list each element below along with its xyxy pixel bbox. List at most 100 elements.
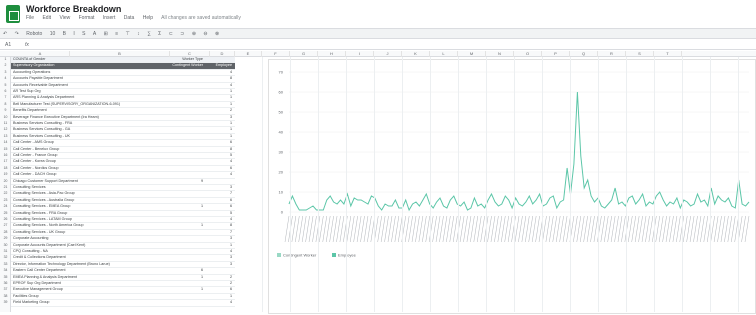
filter-icon[interactable]: ⊖ xyxy=(203,31,207,37)
cell-org: Bell Manufacturer Test (SUPERVISORY_ORGA… xyxy=(13,101,121,106)
undo-icon[interactable]: ↶ xyxy=(3,31,7,37)
column-header-r[interactable]: R xyxy=(598,51,626,57)
cell-org: Consulting Services - North America Grou… xyxy=(13,223,84,228)
cell-employee: 4 xyxy=(229,249,232,253)
x-tick-label xyxy=(531,215,537,243)
menu-view[interactable]: View xyxy=(59,15,70,21)
functions-icon[interactable]: ∑ xyxy=(147,31,151,37)
align-icon[interactable]: ≡ xyxy=(115,31,118,37)
row-number: 6 xyxy=(4,89,7,93)
x-tick-label xyxy=(353,215,358,243)
cell-employee: 3 xyxy=(229,114,232,119)
x-tick-label xyxy=(717,215,722,243)
column-header-j[interactable]: J xyxy=(374,51,402,57)
strikethrough-button[interactable]: S xyxy=(82,31,85,37)
row-number: 10 xyxy=(3,114,8,119)
x-tick-label xyxy=(669,215,674,243)
menu-help[interactable]: Help xyxy=(143,15,153,21)
x-tick-label xyxy=(442,215,448,243)
cell-employee: 5 xyxy=(229,210,232,215)
column-header-i[interactable]: I xyxy=(346,51,374,57)
series-employee-line[interactable] xyxy=(288,91,750,212)
x-tick-label xyxy=(686,215,691,243)
grid-vline xyxy=(430,57,431,312)
cell-org: Benefits Department xyxy=(13,108,47,113)
x-tick-label xyxy=(325,215,331,243)
column-header-l[interactable]: L xyxy=(430,51,458,57)
cell-org: Consulting Services - FRA Group xyxy=(13,210,68,215)
column-header-g[interactable]: G xyxy=(290,51,318,57)
column-header-p[interactable]: P xyxy=(542,51,570,57)
link-icon[interactable]: ⊂ xyxy=(169,31,173,37)
valign-icon[interactable]: ⊤ xyxy=(126,31,130,37)
italic-button[interactable]: I xyxy=(73,31,74,37)
cell-contingent: 9 xyxy=(200,178,203,183)
table-row[interactable]: 39 Field Marketing Group 4 xyxy=(4,300,235,307)
row-number: 27 xyxy=(3,223,8,228)
sum-icon[interactable]: Σ xyxy=(158,31,161,37)
chart-icon[interactable]: ⊕ xyxy=(192,31,196,37)
cell-reference[interactable]: A1 xyxy=(5,42,11,48)
column-header-k[interactable]: K xyxy=(402,51,430,57)
x-tick-label xyxy=(700,215,705,243)
cell-employee: 3 xyxy=(229,236,232,241)
sheets-logo-icon[interactable] xyxy=(6,5,20,23)
grid-vline xyxy=(626,57,627,312)
x-tick-label xyxy=(394,215,400,243)
cell-org: Corporate Accounting xyxy=(13,236,49,241)
column-header-h[interactable]: H xyxy=(318,51,346,57)
document-title[interactable]: Workforce Breakdown xyxy=(26,4,121,14)
cell-employee: 8 xyxy=(229,223,232,228)
row-number: 28 xyxy=(3,229,8,234)
cell-org: Business Services Consulting - GA xyxy=(13,127,71,132)
column-header-f[interactable]: F xyxy=(262,51,290,57)
column-header-n[interactable]: N xyxy=(486,51,514,57)
x-tick-label xyxy=(387,215,393,243)
cell-employee: 3 xyxy=(229,185,232,189)
column-header-t[interactable]: T xyxy=(654,51,682,57)
row-number: 8 xyxy=(4,101,7,106)
menu-edit[interactable]: Edit xyxy=(42,15,51,21)
bold-button[interactable]: B xyxy=(63,31,66,37)
x-tick-label xyxy=(641,215,647,243)
cell-employee: 1 xyxy=(229,242,232,247)
row-number: 30 xyxy=(3,242,8,247)
cell-contingent: 1 xyxy=(200,274,203,279)
font-size-select[interactable]: 10 xyxy=(50,31,56,37)
x-tick-label xyxy=(466,215,472,243)
y-tick-label: 20 xyxy=(279,170,284,175)
x-tick-label xyxy=(676,215,681,243)
column-header-m[interactable]: M xyxy=(458,51,486,57)
cell-org: Eastern Call Center Department xyxy=(13,268,66,273)
column-header-s[interactable]: S xyxy=(626,51,654,57)
comment-icon[interactable]: ⊃ xyxy=(180,31,184,37)
menu-insert[interactable]: Insert xyxy=(103,15,116,21)
cell-employee: 6 xyxy=(229,197,232,202)
menu-file[interactable]: File xyxy=(26,15,34,21)
menu-data[interactable]: Data xyxy=(124,15,135,21)
wrap-icon[interactable]: ↕ xyxy=(137,31,140,37)
row-number: 39 xyxy=(3,300,8,305)
font-family-select[interactable]: Roboto xyxy=(26,31,42,37)
row-number: 22 xyxy=(3,191,8,196)
row-number: 17 xyxy=(3,159,8,164)
cell-org: Call Center - Benelux Group xyxy=(13,146,60,151)
column-header-q[interactable]: Q xyxy=(570,51,598,57)
text-color-button[interactable]: A xyxy=(93,31,96,37)
cell-contingent: Worker Type xyxy=(182,57,203,61)
cell-employee: 6 xyxy=(229,204,232,209)
borders-icon[interactable]: ⊞ xyxy=(104,31,108,37)
redo-icon[interactable]: ↷ xyxy=(15,31,19,37)
more-icon[interactable]: ⊗ xyxy=(215,31,219,37)
x-tick-label xyxy=(380,215,386,243)
x-tick-label xyxy=(528,215,533,243)
x-tick-label xyxy=(672,215,678,243)
data-grid: 1 COUNTA of Gender Worker Type 2 Supervisory… xyxy=(4,57,235,312)
fx-icon: fx xyxy=(25,42,29,48)
y-tick-label: 30 xyxy=(279,150,284,155)
x-tick-label xyxy=(432,215,437,243)
column-header-o[interactable]: O xyxy=(514,51,542,57)
cell-employee: 4 xyxy=(229,69,232,74)
menu-format[interactable]: Format xyxy=(79,15,95,21)
column-header-e[interactable]: E xyxy=(235,51,262,57)
